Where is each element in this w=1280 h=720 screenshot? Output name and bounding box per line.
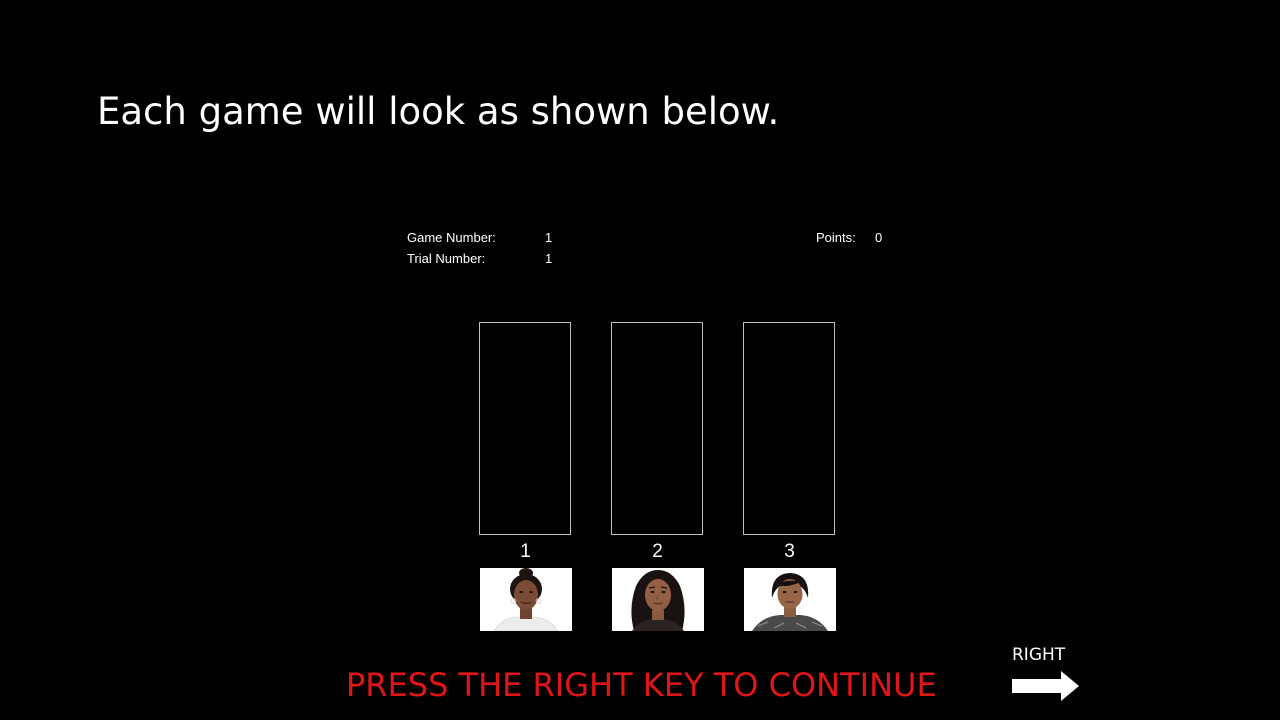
face-photo-3 (744, 568, 836, 631)
points-value: 0 (875, 230, 883, 245)
right-key-label: RIGHT (1012, 645, 1066, 665)
deck-slot-2[interactable] (611, 322, 703, 535)
deck-number-2: 2 (652, 541, 663, 562)
instruction-headline: Each game will look as shown below. (97, 90, 780, 133)
continue-prompt: PRESS THE RIGHT KEY TO CONTINUE (346, 666, 937, 704)
deck-slot-1[interactable] (479, 322, 571, 535)
right-arrow-icon (1011, 671, 1081, 705)
deck-number-3: 3 (784, 541, 795, 562)
game-number-value: 1 (545, 230, 553, 245)
game-number-label: Game Number: (407, 230, 496, 245)
points-label: Points: (816, 230, 856, 245)
trial-number-value: 1 (545, 251, 553, 266)
trial-number-label: Trial Number: (407, 251, 486, 266)
instruction-screen: Each game will look as shown below. Game… (0, 0, 1280, 720)
face-photo-1 (480, 568, 572, 631)
face-photo-2 (612, 568, 704, 631)
deck-number-1: 1 (520, 541, 531, 562)
deck-slot-3[interactable] (743, 322, 835, 535)
